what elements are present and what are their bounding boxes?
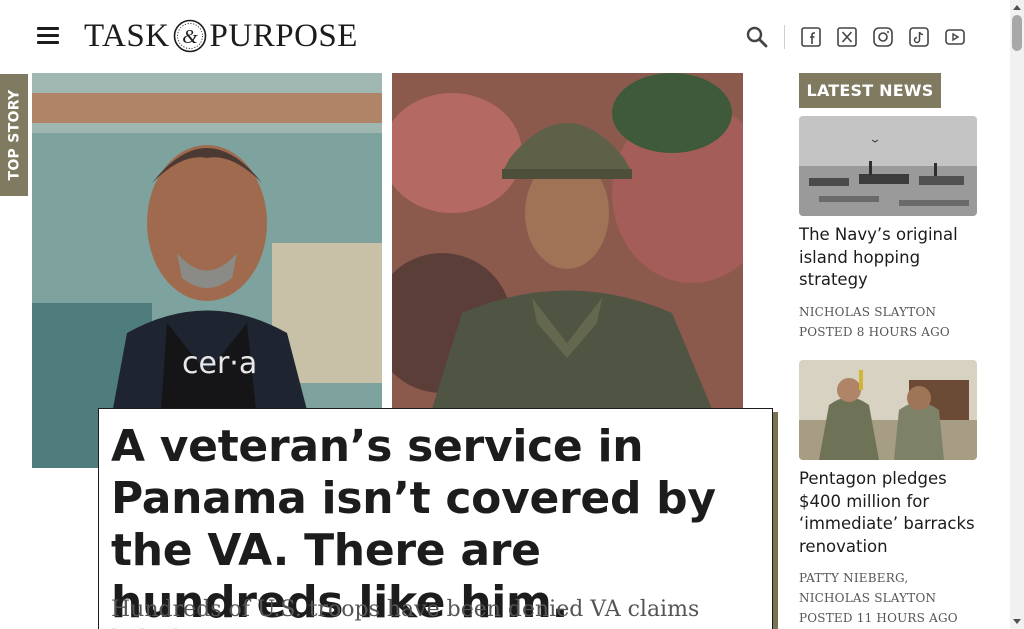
search-icon[interactable] [745, 25, 769, 49]
story-dek: Hundreds of U.S. troops have been denied… [111, 597, 700, 629]
header-divider [784, 25, 785, 49]
news-meta: PATTY NIEBERG, NICHOLAS SLAYTON POSTED 1… [799, 568, 977, 628]
latest-news-heading: LATEST NEWS [799, 73, 941, 108]
instagram-icon[interactable] [873, 27, 893, 47]
hero-shirt-text: cer·a [182, 346, 257, 381]
scroll-down-arrow-icon[interactable] [1013, 619, 1021, 624]
scrollbar-thumb[interactable] [1012, 15, 1022, 51]
site-logo[interactable]: TASK & PURPOSE [84, 17, 358, 55]
top-story-tab: TOP STORY [0, 74, 28, 196]
news-item: Pentagon pledges $400 million for ‘immed… [799, 360, 977, 628]
news-author[interactable]: NICHOLAS SLAYTON [799, 302, 977, 322]
news-author[interactable]: PATTY NIEBERG, NICHOLAS SLAYTON [799, 568, 977, 608]
news-title[interactable]: The Navy’s original island hopping strat… [799, 224, 977, 292]
menu-icon[interactable] [37, 27, 59, 45]
logo-amp-text: & [182, 26, 198, 48]
news-posted-time: POSTED 8 HOURS AGO [799, 324, 950, 339]
logo-word-purpose: PURPOSE [209, 17, 358, 54]
site-header: TASK & PURPOSE [0, 0, 1010, 73]
news-thumbnail[interactable] [799, 116, 977, 216]
facebook-icon[interactable] [801, 27, 821, 47]
tiktok-icon[interactable] [909, 27, 929, 47]
hero-photo-right[interactable] [392, 73, 743, 409]
x-icon[interactable] [837, 27, 857, 47]
youtube-icon[interactable] [945, 27, 965, 47]
news-thumbnail[interactable] [799, 360, 977, 460]
news-meta: NICHOLAS SLAYTON POSTED 8 HOURS AGO [799, 302, 977, 342]
news-title[interactable]: Pentagon pledges $400 million for ‘immed… [799, 468, 977, 558]
scroll-up-arrow-icon[interactable] [1013, 5, 1021, 10]
news-item: The Navy’s original island hopping strat… [799, 116, 977, 342]
news-posted-time: POSTED 11 HOURS AGO [799, 611, 958, 625]
page-scrollbar[interactable] [1010, 0, 1024, 629]
top-story-label: TOP STORY [6, 89, 23, 181]
headline-card: A veteran’s service in Panama isn’t cove… [98, 408, 773, 629]
logo-word-task: TASK [84, 17, 170, 54]
logo-ampersand-seal: & [173, 19, 206, 53]
